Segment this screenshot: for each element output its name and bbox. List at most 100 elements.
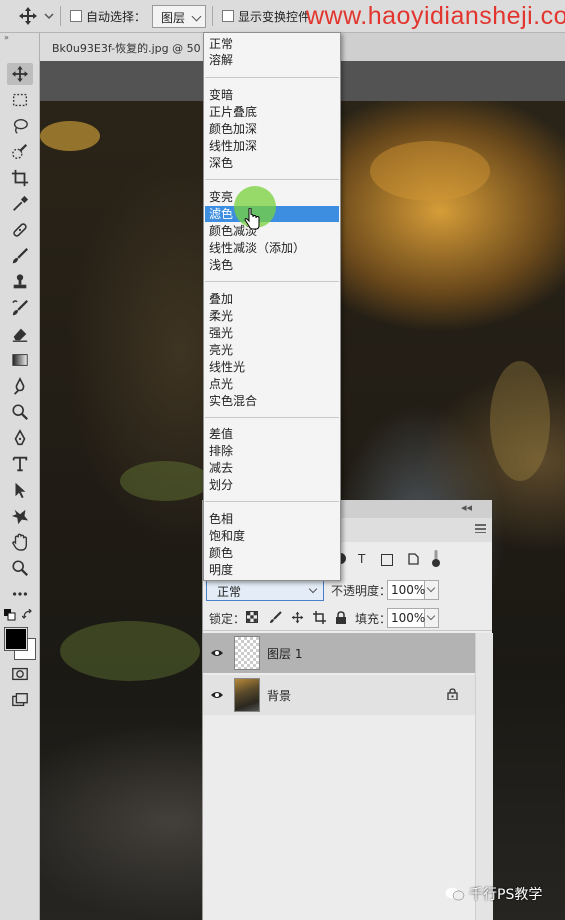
transparent-layer-thumbnail [234, 636, 260, 670]
smart-object-filter-icon[interactable] [407, 553, 419, 565]
menu-item-label: 正常 [209, 37, 234, 51]
marquee-tool-button[interactable] [7, 89, 33, 111]
lock-icon [447, 688, 458, 703]
layer-name: 图层 1 [267, 647, 303, 661]
menu-item-darken[interactable]: 变暗 [205, 87, 339, 103]
move-tool-button[interactable] [7, 63, 33, 85]
menu-item-linear-burn[interactable]: 线性加深 [205, 138, 339, 154]
eyedropper-tool-button[interactable] [7, 193, 33, 215]
lock-all-icon[interactable] [334, 610, 348, 624]
fill-input[interactable]: 100% [387, 608, 425, 628]
menu-item-normal[interactable]: 正常 [205, 36, 339, 52]
menu-item-hue[interactable]: 色相 [205, 511, 339, 527]
show-transform-checkbox[interactable] [222, 10, 234, 22]
menu-item-overlay[interactable]: 叠加 [205, 291, 339, 307]
menu-separator [205, 77, 339, 78]
tools-panel: » [0, 33, 40, 920]
menu-item-dissolve[interactable]: 溶解 [205, 52, 339, 68]
layer-row[interactable]: 背景 [203, 675, 475, 715]
menu-item-vivid-light[interactable]: 亮光 [205, 342, 339, 358]
swap-colors-icon[interactable] [21, 608, 34, 621]
screen-mode-button[interactable] [7, 689, 33, 711]
menu-item-linear-light[interactable]: 线性光 [205, 359, 339, 375]
quick-select-tool-button[interactable] [7, 141, 33, 163]
move-tool-icon[interactable] [18, 6, 38, 26]
crop-icon [11, 169, 29, 187]
hand-tool-button[interactable] [7, 531, 33, 553]
brush-tool-button[interactable] [7, 245, 33, 267]
footer-watermark: 千行PS教学 [445, 884, 542, 904]
menu-item-color-burn[interactable]: 颜色加深 [205, 121, 339, 137]
menu-item-hard-mix[interactable]: 实色混合 [205, 393, 339, 409]
menu-item-label: 线性减淡（添加） [209, 241, 306, 255]
menu-item-label: 正片叠底 [209, 105, 258, 119]
crop-tool-button[interactable] [7, 167, 33, 189]
menu-item-label: 线性光 [209, 360, 246, 374]
healing-brush-tool-button[interactable] [7, 219, 33, 241]
menu-item-divide[interactable]: 划分 [205, 477, 339, 493]
screen-mode-icon [12, 693, 28, 707]
auto-select-checkbox[interactable] [70, 10, 82, 22]
layer-row-selected[interactable]: 图层 1 [203, 633, 475, 673]
menu-item-color-dodge[interactable]: 颜色减淡 [205, 223, 339, 239]
menu-item-hard-light[interactable]: 强光 [205, 325, 339, 341]
expand-toolbar-icon[interactable]: » [4, 33, 9, 42]
path-select-tool-button[interactable] [7, 479, 33, 501]
custom-shape-tool-button[interactable] [7, 505, 33, 527]
site-watermark: www.haoyidiansheji.com [306, 2, 565, 30]
visibility-eye-icon[interactable] [210, 688, 224, 702]
type-tool-button[interactable] [7, 453, 33, 475]
menu-item-darker-color[interactable]: 深色 [205, 155, 339, 171]
type-icon [12, 456, 28, 472]
zoom-tool-button[interactable] [7, 557, 33, 579]
visibility-eye-icon[interactable] [210, 646, 224, 660]
auto-select-dropdown[interactable]: 图层 [152, 5, 206, 28]
menu-item-color[interactable]: 颜色 [205, 545, 339, 561]
menu-separator [205, 417, 339, 418]
gradient-icon [12, 354, 28, 366]
dodge-tool-button[interactable] [7, 401, 33, 423]
menu-item-pin-light[interactable]: 点光 [205, 376, 339, 392]
stamp-icon [13, 274, 27, 289]
menu-item-difference[interactable]: 差值 [205, 426, 339, 442]
stamp-tool-button[interactable] [7, 271, 33, 293]
shape-filter-icon[interactable] [381, 554, 393, 566]
menu-item-luminosity[interactable]: 明度 [205, 562, 339, 578]
blend-mode-dropdown[interactable]: 正常 [206, 580, 324, 601]
pen-tool-button[interactable] [7, 427, 33, 449]
tool-preset-chevron-icon[interactable] [44, 10, 54, 20]
history-brush-tool-button[interactable] [7, 297, 33, 319]
more-tools-button[interactable] [7, 583, 33, 605]
menu-item-label: 变暗 [209, 88, 234, 102]
lasso-tool-button[interactable] [7, 115, 33, 137]
opacity-dropdown[interactable] [425, 580, 439, 600]
panel-menu-icon[interactable] [475, 524, 486, 533]
menu-item-label: 排除 [209, 444, 234, 458]
lock-pixels-brush-icon[interactable] [268, 610, 282, 624]
move-icon [11, 65, 29, 83]
menu-item-multiply[interactable]: 正片叠底 [205, 104, 339, 120]
menu-item-soft-light[interactable]: 柔光 [205, 308, 339, 324]
menu-item-saturation[interactable]: 饱和度 [205, 528, 339, 544]
document-tab[interactable]: Bk0u93E3f-恢复的.jpg @ 50 [40, 33, 210, 61]
menu-item-linear-dodge[interactable]: 线性减淡（添加） [205, 240, 339, 256]
blur-tool-button[interactable] [7, 375, 33, 397]
default-colors-icon[interactable] [4, 609, 16, 621]
filter-toggle-icon[interactable] [431, 550, 441, 568]
menu-item-lighter-color[interactable]: 浅色 [205, 257, 339, 273]
layers-scrollbar[interactable] [475, 633, 493, 920]
lock-artboard-icon[interactable] [312, 610, 326, 624]
menu-item-subtract[interactable]: 减去 [205, 460, 339, 476]
type-filter-icon[interactable]: T [358, 552, 365, 566]
menu-item-exclusion[interactable]: 排除 [205, 443, 339, 459]
quick-mask-button[interactable] [7, 663, 33, 685]
eraser-tool-button[interactable] [7, 323, 33, 345]
fill-dropdown[interactable] [425, 608, 439, 628]
opacity-input[interactable]: 100% [387, 580, 425, 600]
foreground-color-swatch[interactable] [4, 627, 28, 651]
collapse-panel-icon[interactable]: ◂◂ [461, 501, 472, 514]
menu-item-label: 滤色 [209, 207, 234, 221]
lock-position-icon[interactable] [290, 610, 304, 624]
gradient-tool-button[interactable] [7, 349, 33, 371]
lock-transparent-icon[interactable] [245, 610, 259, 624]
